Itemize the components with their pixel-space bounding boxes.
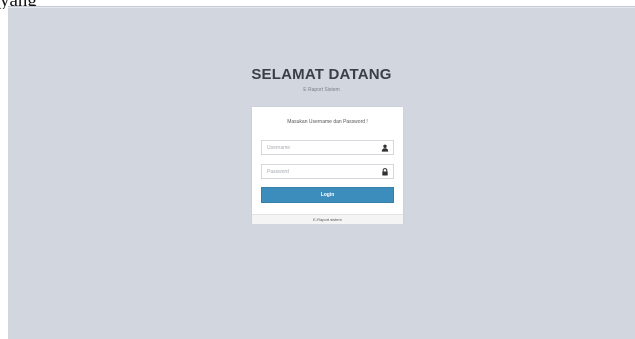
page-title: SELAMAT DATANG — [251, 66, 392, 83]
password-input[interactable] — [262, 165, 383, 178]
login-button[interactable]: Login — [261, 187, 394, 203]
username-field[interactable] — [261, 140, 394, 155]
login-message: Masukan Username dan Password ! — [287, 119, 368, 125]
top-border — [8, 7, 635, 8]
login-footer: E-Raport sistem — [252, 214, 403, 224]
page-subtitle: E Raport Sistem — [303, 87, 340, 93]
lock-icon — [382, 168, 388, 176]
login-box: Masukan Username dan Password ! Login E-… — [252, 107, 403, 224]
username-input[interactable] — [262, 141, 383, 154]
user-icon — [381, 144, 389, 152]
login-page: SELAMAT DATANG E Raport Sistem Masukan U… — [8, 6, 635, 339]
password-field[interactable] — [261, 164, 394, 179]
